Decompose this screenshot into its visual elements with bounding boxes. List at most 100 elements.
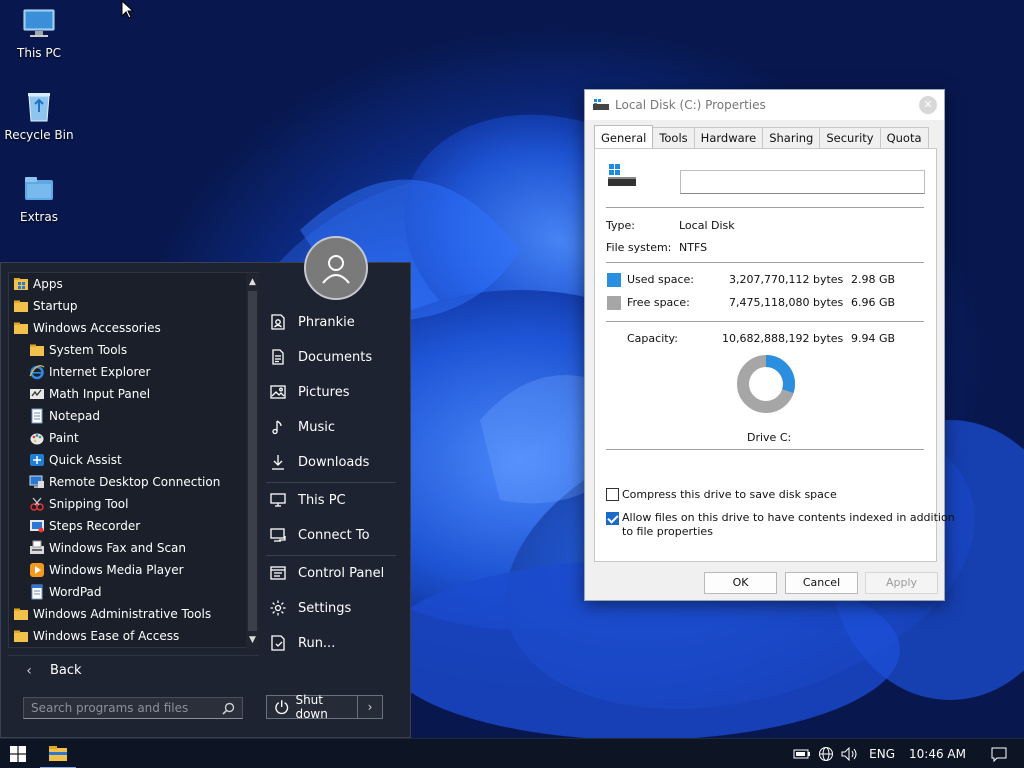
computer-icon — [268, 490, 288, 510]
drive-label-input[interactable] — [680, 170, 925, 194]
user-avatar[interactable] — [304, 236, 368, 300]
notification-icon[interactable] — [988, 743, 1010, 765]
close-icon[interactable]: ✕ — [919, 96, 937, 114]
menu-separator — [266, 555, 396, 556]
free-space-swatch — [607, 296, 621, 310]
compress-label[interactable]: Compress this drive to save disk space — [622, 488, 837, 501]
start-menu-item[interactable]: Control Panel — [268, 558, 384, 588]
program-item[interactable]: System Tools — [9, 339, 246, 361]
program-item[interactable]: Internet Explorer — [9, 361, 246, 383]
index-checkbox[interactable] — [606, 512, 619, 525]
fax-scan-icon — [29, 540, 45, 556]
start-menu-item-label: Music — [298, 419, 335, 435]
tab-general[interactable]: General — [594, 125, 654, 148]
apply-button[interactable]: Apply — [865, 572, 938, 594]
capacity-bytes: 10,682,888,192 bytes — [722, 332, 844, 345]
scroll-up-icon[interactable]: ▲ — [246, 275, 259, 289]
program-item[interactable]: Windows Administrative Tools — [9, 603, 246, 625]
volume-icon[interactable] — [839, 743, 861, 765]
program-item[interactable]: Windows Fax and Scan — [9, 537, 246, 559]
folder-icon — [29, 342, 45, 358]
start-menu-item[interactable]: Pictures — [268, 377, 349, 407]
user-icon — [322, 255, 350, 284]
program-item-label: Steps Recorder — [49, 519, 141, 533]
control-panel-icon — [268, 563, 288, 583]
program-item[interactable]: Remote Desktop Connection — [9, 471, 246, 493]
run-icon — [268, 633, 288, 653]
shutdown-main[interactable]: Shut down — [267, 693, 358, 721]
program-item[interactable]: Notepad — [9, 405, 246, 427]
tab-quota[interactable]: Quota — [879, 127, 929, 148]
scrollbar-thumb[interactable] — [248, 291, 257, 631]
desktop-icon-this-pc[interactable]: This PC — [1, 6, 77, 60]
start-menu-item[interactable]: Phrankie — [268, 307, 355, 337]
chevron-left-icon: ‹ — [26, 662, 32, 679]
language-indicator[interactable]: ENG — [869, 747, 895, 761]
start-menu-item[interactable]: Music — [268, 412, 335, 442]
network-globe-icon[interactable] — [815, 743, 837, 765]
search-input[interactable]: Search programs and files — [23, 697, 243, 719]
search-placeholder: Search programs and files — [31, 701, 189, 715]
dialog-titlebar[interactable]: Local Disk (C:) Properties — [585, 90, 944, 120]
drive-icon — [593, 99, 609, 110]
battery-icon[interactable] — [791, 743, 813, 765]
wordpad-icon — [29, 584, 45, 600]
shutdown-button[interactable]: Shut down › — [266, 693, 383, 721]
start-menu-item[interactable]: Documents — [268, 342, 372, 372]
search-icon — [222, 702, 235, 715]
back-button[interactable]: ‹ Back — [8, 655, 259, 685]
download-icon — [268, 452, 288, 472]
math-input-icon — [29, 386, 45, 402]
menu-separator — [266, 482, 396, 483]
program-item[interactable]: Windows Accessories — [9, 317, 246, 339]
windows-logo-icon — [10, 746, 26, 762]
tab-security[interactable]: Security — [819, 127, 881, 148]
desktop-icon-recycle-bin[interactable]: Recycle Bin — [1, 88, 77, 142]
program-item[interactable]: Snipping Tool — [9, 493, 246, 515]
index-label-line1[interactable]: Allow files on this drive to have conten… — [622, 511, 955, 524]
index-label-line2[interactable]: to file properties — [622, 525, 713, 538]
chevron-right-icon[interactable]: › — [358, 700, 382, 714]
start-menu-item-label: Downloads — [298, 454, 370, 470]
used-space-swatch — [607, 273, 621, 287]
start-menu-item[interactable]: Connect To — [268, 520, 370, 550]
tab-hardware[interactable]: Hardware — [693, 127, 764, 148]
start-menu-item-label: Pictures — [298, 384, 350, 400]
used-space-bytes: 3,207,770,112 bytes — [729, 273, 844, 286]
start-menu-item[interactable]: Settings — [268, 593, 351, 623]
program-item[interactable]: Paint — [9, 427, 246, 449]
program-item[interactable]: Apps — [9, 273, 246, 295]
divider — [606, 449, 924, 450]
scroll-down-icon[interactable]: ▼ — [246, 633, 259, 647]
tab-tools[interactable]: Tools — [652, 127, 695, 148]
cancel-button[interactable]: Cancel — [785, 572, 858, 594]
program-item[interactable]: Startup — [9, 295, 246, 317]
file-explorer-taskbar-button[interactable] — [40, 739, 76, 768]
ok-button[interactable]: OK — [704, 572, 777, 594]
steps-recorder-icon — [29, 518, 45, 534]
start-menu-item[interactable]: Downloads — [268, 447, 369, 477]
program-item[interactable]: Steps Recorder — [9, 515, 246, 537]
program-item-label: System Tools — [49, 343, 128, 357]
start-menu-item[interactable]: Run... — [268, 628, 335, 658]
programs-panel: Apps Startup Windows Accessories System Too… — [8, 272, 259, 649]
divider — [606, 321, 924, 322]
program-item-label: Math Input Panel — [49, 387, 151, 401]
free-space-bytes: 7,475,118,080 bytes — [729, 296, 844, 309]
notepad-icon — [29, 408, 45, 424]
program-item[interactable]: Windows Ease of Access — [9, 625, 246, 647]
start-menu-item[interactable]: This PC — [268, 485, 346, 515]
tab-sharing[interactable]: Sharing — [762, 127, 821, 148]
program-item[interactable]: Windows Media Player — [9, 559, 246, 581]
compress-checkbox[interactable] — [606, 488, 619, 501]
program-item[interactable]: Quick Assist — [9, 449, 246, 471]
general-tab-panel: Type: Local Disk File system: NTFS Used … — [594, 148, 955, 562]
programs-scrollbar[interactable]: ▲ ▼ — [246, 273, 259, 649]
start-button[interactable] — [0, 739, 36, 768]
program-item[interactable]: Math Input Panel — [9, 383, 246, 405]
program-item[interactable]: WordPad — [9, 581, 246, 603]
desktop-icon-extras[interactable]: Extras — [1, 170, 77, 224]
program-item-label: Windows Media Player — [49, 563, 184, 577]
clock[interactable]: 10:46 AM — [909, 747, 966, 761]
start-menu-item-label: Documents — [298, 349, 373, 365]
